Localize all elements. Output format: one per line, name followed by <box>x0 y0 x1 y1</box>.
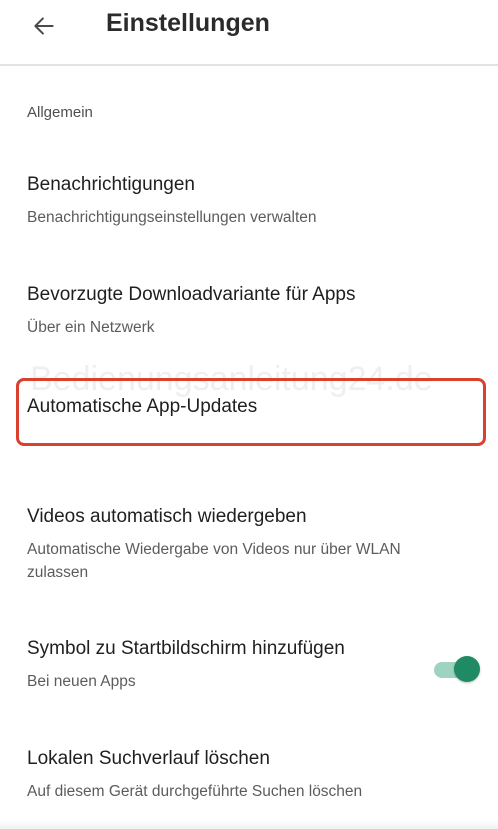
setting-add-homescreen-icon[interactable]: Symbol zu Startbildschirm hinzufügen Bei… <box>0 624 498 704</box>
setting-title: Bevorzugte Downloadvariante für Apps <box>27 284 356 305</box>
bottom-fade <box>0 820 498 829</box>
setting-clear-search-history[interactable]: Lokalen Suchverlauf löschen Auf diesem G… <box>0 734 498 814</box>
section-header-general: Allgemein <box>27 104 93 121</box>
setting-title: Symbol zu Startbildschirm hinzufügen <box>27 638 345 659</box>
setting-title: Videos automatisch wiedergeben <box>27 506 307 527</box>
setting-autoplay-videos[interactable]: Videos automatisch wiedergeben Automatis… <box>0 492 498 592</box>
setting-subtitle: Automatische Wiedergabe von Videos nur ü… <box>27 541 401 581</box>
setting-subtitle: Über ein Netzwerk <box>27 319 155 336</box>
page-title: Einstellungen <box>106 9 270 37</box>
setting-title: Benachrichtigungen <box>27 174 195 195</box>
setting-title: Automatische App-Updates <box>27 396 258 417</box>
setting-notifications[interactable]: Benachrichtigungen Benachrichtigungseins… <box>0 160 498 240</box>
setting-auto-app-updates[interactable]: Automatische App-Updates <box>0 382 498 442</box>
setting-subtitle: Auf diesem Gerät durchgeführte Suchen lö… <box>27 783 363 800</box>
setting-download-preference[interactable]: Bevorzugte Downloadvariante für Apps Übe… <box>0 270 498 350</box>
app-bar: Einstellungen <box>0 0 498 66</box>
homescreen-icon-toggle[interactable] <box>434 656 480 684</box>
setting-subtitle: Benachrichtigungseinstellungen verwalten <box>27 209 317 226</box>
back-button[interactable] <box>22 6 66 50</box>
arrow-left-icon <box>31 13 57 44</box>
toggle-thumb <box>454 656 480 682</box>
setting-subtitle: Bei neuen Apps <box>27 673 136 690</box>
setting-title: Lokalen Suchverlauf löschen <box>27 748 270 769</box>
settings-screen: Einstellungen Allgemein Bedienungsanleit… <box>0 0 498 829</box>
